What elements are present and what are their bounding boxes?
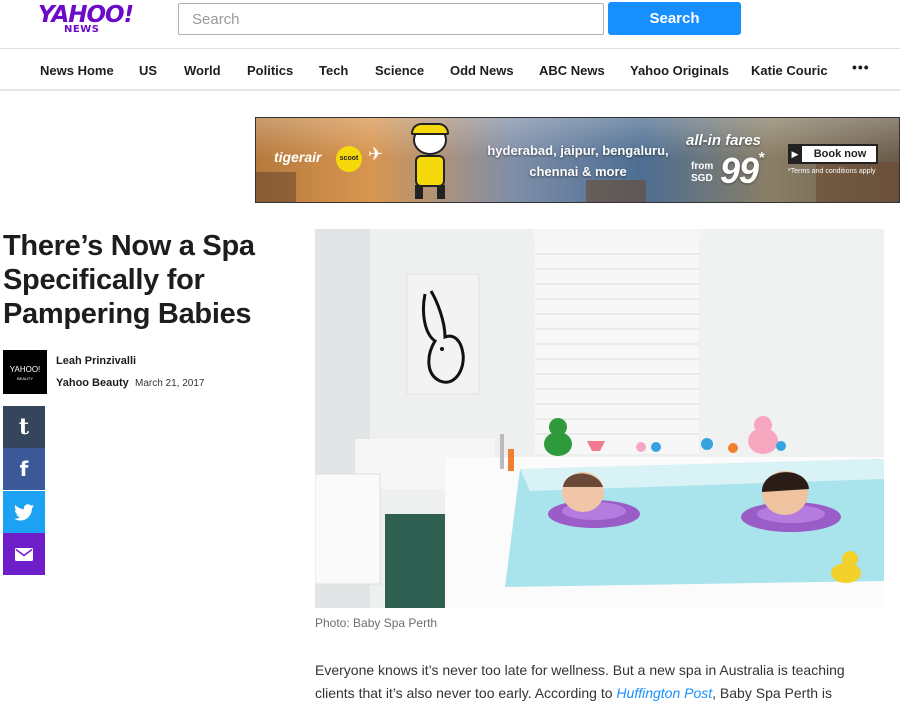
ad-price-suffix: * — [758, 150, 764, 167]
article-body: Everyone knows it’s never too late for w… — [315, 659, 885, 705]
nav-item-news-home[interactable]: News Home — [40, 63, 114, 78]
author-name[interactable]: Leah Prinzivalli — [56, 355, 136, 367]
facebook-icon: f — [19, 457, 29, 481]
nav-item-us[interactable]: US — [139, 63, 157, 78]
ad-cities-line1: hyderabad, jaipur, bengaluru, — [487, 143, 669, 158]
tumblr-share-button[interactable]: t — [3, 406, 45, 448]
twitter-share-button[interactable] — [3, 491, 45, 533]
mail-icon — [15, 547, 33, 561]
play-arrow-icon: ▶ — [788, 144, 802, 164]
publish-date: March 21, 2017 — [135, 378, 205, 389]
nav-item-science[interactable]: Science — [375, 63, 424, 78]
plane-icon: ✈ — [368, 144, 384, 164]
ad-currency: SGD — [691, 173, 713, 184]
ad-fares-label: all-in fares — [686, 132, 762, 149]
yahoo-news-logo[interactable]: YAHOO! NEWS — [38, 2, 134, 42]
nav-item-yahoo-originals[interactable]: Yahoo Originals — [630, 63, 729, 78]
nav-item-katie-couric[interactable]: Katie Couric — [751, 63, 828, 78]
ad-price: 99* — [720, 150, 764, 192]
email-share-button[interactable] — [3, 533, 45, 575]
ad-from-text: from — [691, 161, 714, 172]
ad-price-value: 99 — [720, 150, 759, 191]
nav-item-politics[interactable]: Politics — [247, 63, 293, 78]
ad-terms: *Terms and conditions apply — [788, 168, 876, 175]
avatar-wordmark: YAHOO! — [9, 365, 41, 374]
publication-name[interactable]: Yahoo Beauty — [56, 377, 129, 389]
baby-spa-photo — [315, 229, 884, 608]
ad-badge: scoot — [336, 146, 362, 172]
search-input[interactable] — [178, 3, 604, 35]
ad-banner[interactable]: tigerair scoot ✈ hyderabad, jaipur, beng… — [255, 117, 900, 203]
nav-item-tech[interactable]: Tech — [319, 63, 348, 78]
article-photo[interactable] — [315, 229, 884, 608]
photo-caption: Photo: Baby Spa Perth — [315, 616, 438, 630]
ad-from-label: from SGD — [691, 161, 713, 185]
ad-cities-text: hyderabad, jaipur, bengaluru, chennai & … — [468, 140, 688, 182]
main-nav: News Home US World Politics Tech Science… — [0, 48, 900, 91]
article-headline: There’s Now a Spa Specifically for Pampe… — [3, 230, 255, 330]
tumblr-icon: t — [18, 414, 30, 440]
ad-brand-label: tigerair — [274, 149, 322, 165]
ad-decor — [256, 172, 296, 202]
avatar-subtitle: BEAUTY — [16, 376, 33, 381]
facebook-share-button[interactable]: f — [3, 448, 45, 490]
author-avatar[interactable]: YAHOO! BEAUTY — [3, 350, 47, 394]
logo-subtitle: NEWS — [64, 24, 100, 35]
ad-decor — [586, 180, 646, 202]
search-button[interactable]: Search — [608, 2, 741, 35]
twitter-icon — [14, 503, 34, 520]
nav-item-odd-news[interactable]: Odd News — [450, 63, 514, 78]
site-header: YAHOO! NEWS Search — [0, 0, 900, 48]
body-text-part2: , Baby Spa Perth is — [712, 685, 832, 701]
ad-cities-line2: chennai & more — [529, 164, 627, 179]
ad-mascot-illustration — [401, 123, 457, 201]
huffington-post-link[interactable]: Huffington Post — [616, 685, 712, 701]
nav-item-world[interactable]: World — [184, 63, 221, 78]
ad-book-now-label: Book now — [813, 148, 867, 160]
more-icon[interactable]: ••• — [852, 59, 870, 75]
nav-item-abc-news[interactable]: ABC News — [539, 63, 605, 78]
